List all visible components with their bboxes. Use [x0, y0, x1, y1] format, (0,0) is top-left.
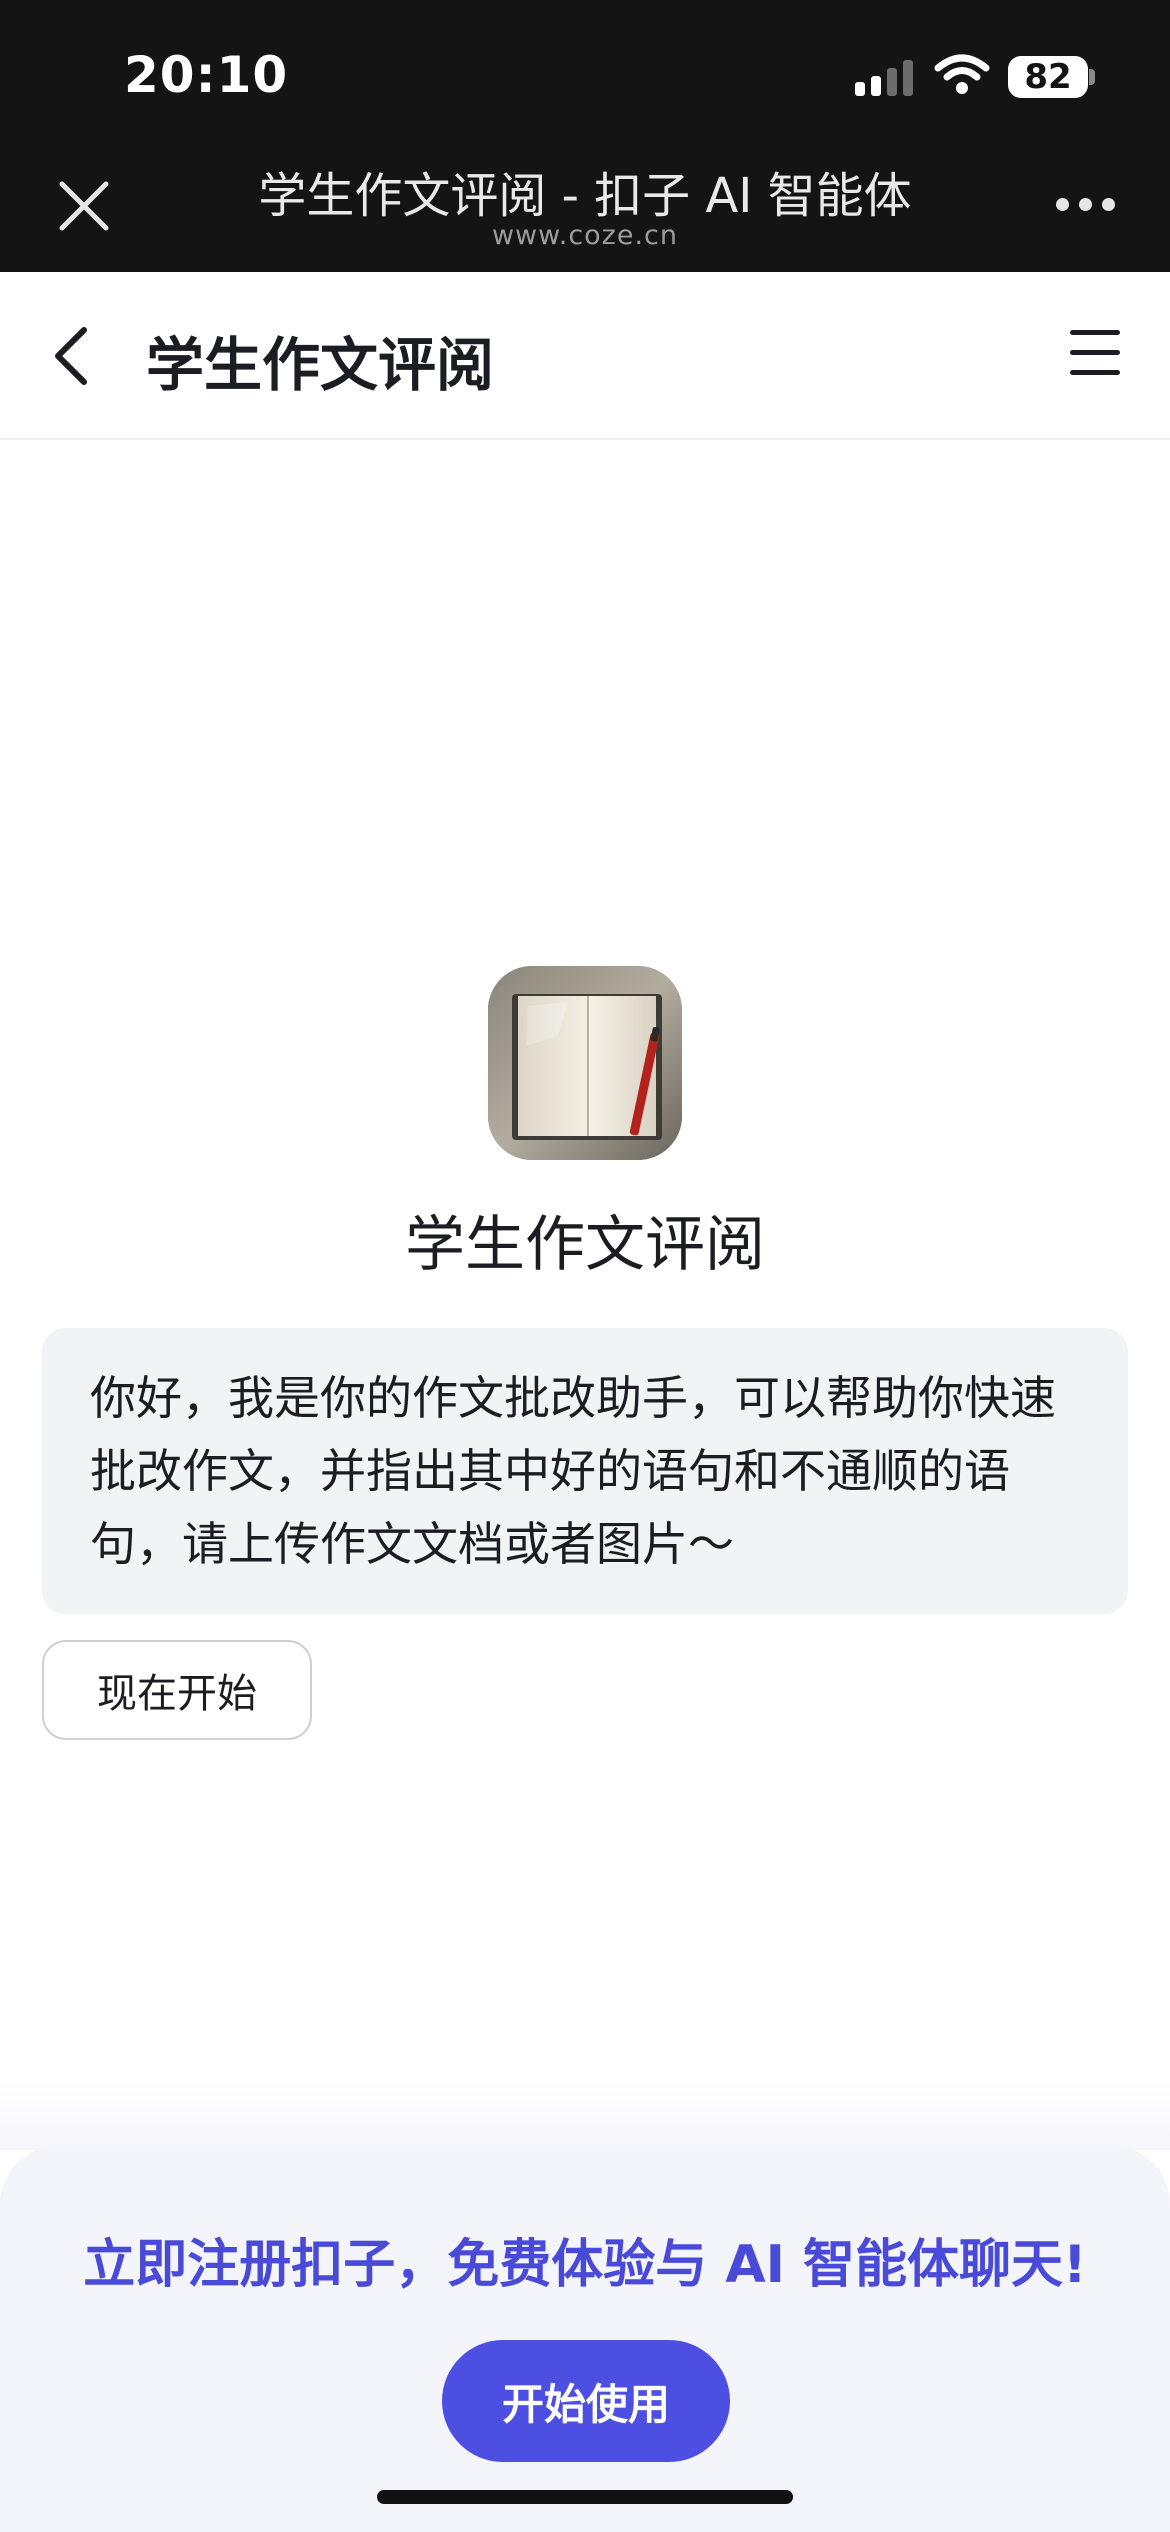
- bot-avatar: [488, 966, 682, 1160]
- panel-fade: [0, 2080, 1170, 2150]
- register-prompt: 立即注册扣子，免费体验与 AI 智能体聊天!: [83, 2235, 1087, 2295]
- page-title: 学生作文评阅: [146, 331, 495, 399]
- start-use-button[interactable]: 开始使用: [442, 2340, 730, 2462]
- home-indicator: [377, 2490, 793, 2504]
- register-panel: 立即注册扣子，免费体验与 AI 智能体聊天! 开始使用: [0, 2146, 1170, 2532]
- greeting-text: 你好，我是你的作文批改助手，可以帮助你快速批改作文，并指出其中好的语句和不通顺的…: [90, 1371, 1056, 1571]
- app-header: 学生作文评阅: [0, 272, 1170, 440]
- open-book-with-pen-icon: [488, 966, 682, 1160]
- browser-page-title: 学生作文评阅 - 扣子 AI 智能体: [258, 168, 912, 224]
- browser-url: www.coze.cn: [491, 220, 679, 251]
- battery-cap: [1089, 69, 1095, 85]
- greeting-message: 你好，我是你的作文批改助手，可以帮助你快速批改作文，并指出其中好的语句和不通顺的…: [42, 1328, 1128, 1614]
- menu-icon[interactable]: [1070, 330, 1120, 376]
- wifi-icon: [934, 54, 990, 94]
- close-icon[interactable]: [56, 178, 112, 234]
- battery-icon: 82: [1008, 56, 1088, 98]
- status-time: 20:10: [124, 46, 289, 104]
- start-now-button[interactable]: 现在开始: [42, 1640, 312, 1740]
- bot-name: 学生作文评阅: [405, 1210, 765, 1280]
- cellular-signal-icon: [855, 58, 915, 96]
- browser-chrome: 20:10 82 学生作文评阅 - 扣子 AI 智能体 www.coze.cn: [0, 0, 1170, 272]
- more-dots-icon[interactable]: [1056, 198, 1116, 212]
- battery-level: 82: [1024, 57, 1072, 97]
- chevron-left-icon[interactable]: [48, 324, 96, 388]
